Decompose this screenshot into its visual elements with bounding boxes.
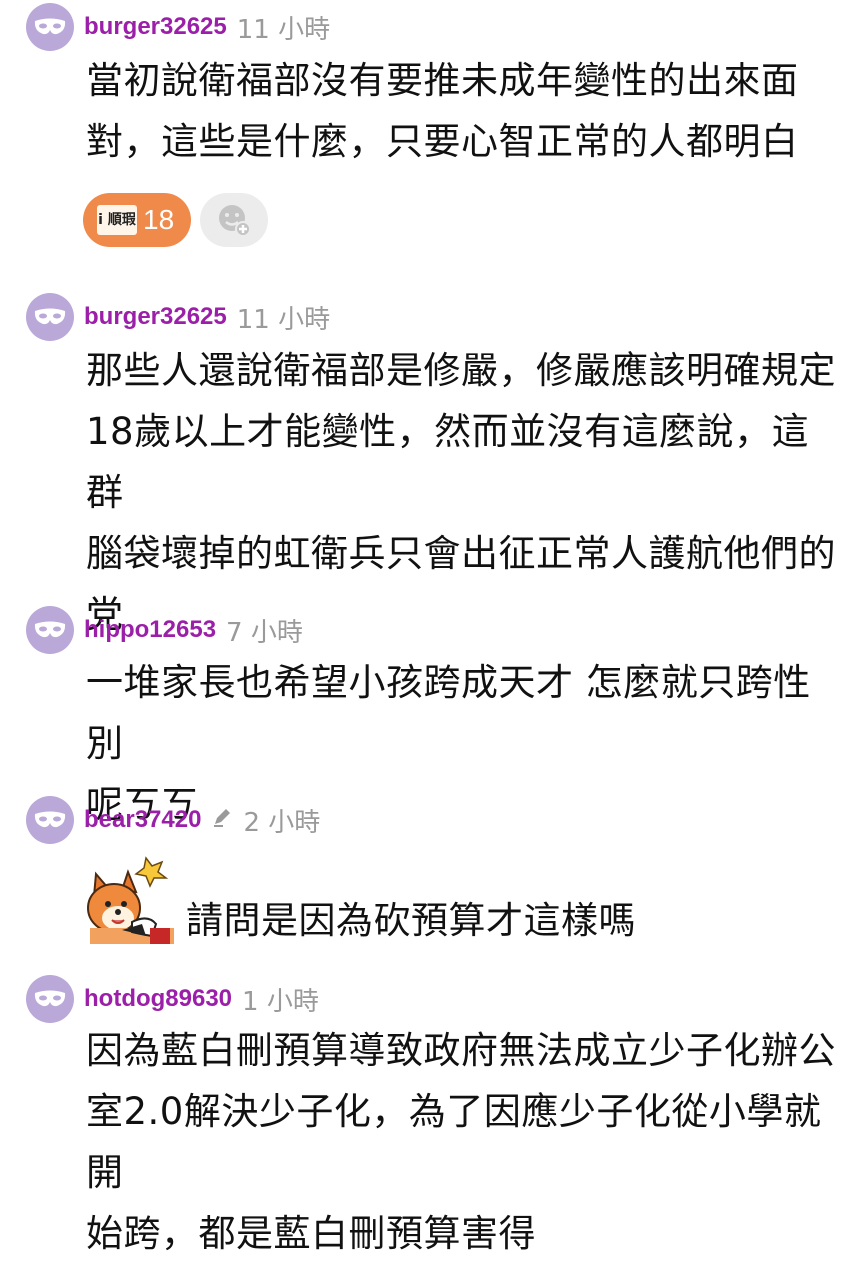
- timestamp: 1 小時: [242, 986, 319, 1017]
- comment-line: 對，這些是什麼，只要心智正常的人都明白: [86, 120, 799, 163]
- comment-line: 因為藍白刪預算導致政府無法成立少子化辦公: [86, 1029, 836, 1072]
- comment-text: 那些人還說衛福部是修嚴，修嚴應該明確規定 18歲以上才能變性，然而並沒有這麼說，…: [86, 340, 836, 645]
- mask-icon: [34, 308, 66, 325]
- fox-sticker: [82, 852, 174, 944]
- add-emoji-icon: [219, 205, 251, 237]
- reaction-sticker-thumb: i 順瑕: [97, 205, 137, 235]
- pencil-icon: [211, 806, 233, 834]
- timestamp: 2 小時: [243, 807, 321, 838]
- comment-line: 請問是因為砍預算才這樣嗎: [186, 899, 636, 942]
- reaction-button[interactable]: i 順瑕 18: [83, 193, 191, 247]
- comment-line: 始跨，都是藍白刪預算害得: [86, 1212, 536, 1255]
- add-reaction-button[interactable]: [200, 193, 268, 247]
- avatar[interactable]: [26, 606, 74, 654]
- username[interactable]: bear37420: [84, 806, 201, 834]
- avatar[interactable]: [26, 3, 74, 51]
- username[interactable]: burger32625: [84, 303, 227, 331]
- mask-icon: [34, 18, 66, 35]
- mask-icon: [34, 990, 66, 1007]
- comment-text: 請問是因為砍預算才這樣嗎: [186, 890, 826, 951]
- timestamp: 7 小時: [226, 617, 303, 648]
- timestamp: 11 小時: [236, 304, 331, 335]
- comment-line: 當初說衛福部沒有要推未成年變性的出來面: [86, 59, 799, 102]
- username[interactable]: hippo12653: [84, 616, 216, 644]
- comment-line: 一堆家長也希望小孩跨成天才 怎麼就只跨性別: [86, 661, 811, 765]
- comment-line: 室2.0解決少子化，為了因應少子化從小學就開: [86, 1090, 822, 1194]
- comment-line: 18歲以上才能變性，然而並沒有這麼說，這群: [86, 410, 810, 514]
- comment-line: 那些人還說衛福部是修嚴，修嚴應該明確規定: [86, 349, 836, 392]
- comment-line: 腦袋壞掉的虹衛兵只會出征正常人護航他們的: [86, 532, 836, 575]
- comment-text: 因為藍白刪預算導致政府無法成立少子化辦公 室2.0解決少子化，為了因應少子化從小…: [86, 1020, 836, 1264]
- reaction-count: 18: [143, 204, 175, 235]
- username[interactable]: burger32625: [84, 13, 227, 41]
- avatar[interactable]: [26, 796, 74, 844]
- mask-icon: [34, 621, 66, 638]
- avatar[interactable]: [26, 293, 74, 341]
- mask-icon: [34, 811, 66, 828]
- timestamp: 11 小時: [236, 14, 331, 45]
- comment-text: 當初說衛福部沒有要推未成年變性的出來面 對，這些是什麼，只要心智正常的人都明白: [86, 50, 836, 172]
- avatar[interactable]: [26, 975, 74, 1023]
- username[interactable]: hotdog89630: [84, 985, 232, 1013]
